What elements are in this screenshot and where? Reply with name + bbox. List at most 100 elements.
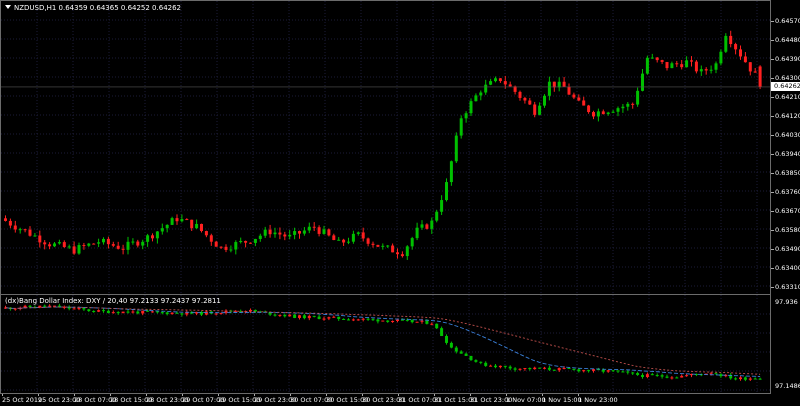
indicator-candle-body bbox=[562, 367, 566, 369]
candle bbox=[690, 56, 693, 67]
indicator-candle-body bbox=[396, 319, 399, 321]
price-axis-label: 0.63940 bbox=[775, 149, 800, 158]
indicator-candle-body bbox=[77, 308, 81, 310]
indicator-axis[interactable]: 97.936 97.1486 bbox=[771, 294, 800, 394]
indicator-candle-body bbox=[670, 377, 674, 379]
candle-body bbox=[577, 97, 581, 101]
candle bbox=[195, 219, 199, 229]
price-axis-label: 0.63580 bbox=[775, 225, 800, 234]
candle bbox=[543, 94, 546, 108]
candle-body bbox=[298, 231, 301, 234]
candle bbox=[244, 240, 248, 248]
candle bbox=[131, 238, 135, 245]
candle bbox=[435, 209, 439, 223]
candle-body bbox=[665, 61, 669, 69]
indicator-candle-body bbox=[543, 367, 546, 369]
indicator-candle-body bbox=[72, 308, 76, 310]
candle bbox=[577, 94, 581, 102]
candle-body bbox=[606, 112, 610, 115]
candle bbox=[405, 245, 409, 260]
candle-body bbox=[141, 241, 145, 246]
candle bbox=[160, 223, 164, 235]
indicator-candle bbox=[356, 318, 360, 321]
indicator-candle-body bbox=[650, 374, 654, 376]
candle-body bbox=[557, 81, 561, 88]
indicator-pane[interactable]: (dx)Bang Dollar Index: DXY / 20,40 97.21… bbox=[0, 294, 771, 394]
indicator-candle bbox=[97, 309, 101, 313]
ma-slow-line bbox=[5, 306, 761, 375]
candle-body bbox=[621, 106, 625, 109]
time-axis-tick bbox=[2, 394, 3, 396]
candle bbox=[709, 65, 713, 74]
indicator-candle-body bbox=[151, 311, 154, 313]
indicator-candle-body bbox=[317, 316, 321, 319]
indicator-candle-body bbox=[626, 371, 630, 373]
indicator-candle-body bbox=[587, 370, 591, 372]
indicator-candle-body bbox=[175, 312, 179, 314]
candle bbox=[371, 241, 375, 248]
candle bbox=[454, 132, 458, 164]
candle bbox=[155, 231, 159, 244]
candle-body bbox=[18, 229, 22, 231]
candle-body bbox=[190, 219, 194, 229]
indicator-candle-body bbox=[111, 312, 115, 314]
indicator-candle bbox=[611, 370, 615, 372]
candle bbox=[219, 246, 223, 249]
indicator-candle-body bbox=[327, 317, 331, 319]
indicator-candle bbox=[641, 373, 644, 379]
candle-body bbox=[278, 232, 282, 235]
indicator-candle bbox=[244, 310, 248, 314]
price-chart[interactable] bbox=[1, 1, 771, 295]
indicator-candle-body bbox=[180, 313, 184, 315]
price-axis[interactable]: 0.64570 0.64480 0.64390 0.64300 0.64210 0.641… bbox=[771, 0, 800, 295]
candle-body bbox=[405, 246, 409, 257]
candle-body bbox=[121, 248, 125, 250]
candle bbox=[425, 223, 429, 230]
candles bbox=[4, 30, 762, 260]
candle bbox=[263, 226, 267, 238]
candle-body bbox=[302, 230, 306, 234]
indicator-candle-body bbox=[136, 311, 140, 314]
candle-body bbox=[660, 60, 664, 62]
indicator-candle-body bbox=[503, 365, 507, 367]
indicator-candle-body bbox=[361, 318, 365, 320]
price-axis-label: 0.63760 bbox=[775, 187, 800, 196]
candle-body bbox=[327, 229, 331, 236]
candle-body bbox=[126, 241, 130, 250]
candle bbox=[351, 230, 355, 244]
candle-body bbox=[219, 246, 223, 248]
candle-body bbox=[449, 161, 453, 183]
indicator-candle bbox=[165, 311, 169, 316]
candle-body bbox=[273, 232, 277, 235]
indicator-candle bbox=[616, 370, 620, 374]
indicator-candle bbox=[53, 305, 56, 307]
indicator-candle-body bbox=[170, 312, 174, 315]
indicator-candle bbox=[67, 305, 71, 311]
time-axis-tick bbox=[506, 394, 507, 396]
indicator-candle bbox=[317, 314, 321, 320]
indicator-candle-body bbox=[459, 351, 463, 354]
indicator-candle-body bbox=[87, 309, 91, 312]
indicator-candle bbox=[347, 318, 350, 321]
indicator-candle bbox=[126, 309, 130, 314]
candle bbox=[660, 59, 664, 65]
price-axis-tick bbox=[771, 58, 774, 60]
indicator-chart[interactable] bbox=[1, 295, 771, 394]
dropdown-triangle-icon[interactable] bbox=[5, 5, 11, 9]
main-chart-pane[interactable]: NZDUSD,H1 0.64359 0.64365 0.64252 0.6426… bbox=[0, 0, 771, 295]
candle-body bbox=[739, 49, 742, 57]
time-axis-tick bbox=[74, 394, 75, 396]
candle bbox=[420, 220, 424, 230]
candle bbox=[748, 62, 752, 76]
candle-body bbox=[136, 241, 140, 246]
candle bbox=[234, 240, 238, 255]
indicator-candle-body bbox=[273, 314, 277, 316]
candle bbox=[317, 225, 321, 237]
candle bbox=[28, 226, 32, 237]
indicator-candle-body bbox=[278, 314, 282, 316]
indicator-candle-body bbox=[146, 310, 150, 312]
price-axis-label: 0.63310 bbox=[775, 283, 800, 291]
time-axis[interactable]: 25 Oct 2019 25 Oct 23:00 28 Oct 07:00 28 Oc… bbox=[0, 394, 771, 406]
candle bbox=[327, 228, 331, 237]
candle bbox=[347, 237, 350, 245]
